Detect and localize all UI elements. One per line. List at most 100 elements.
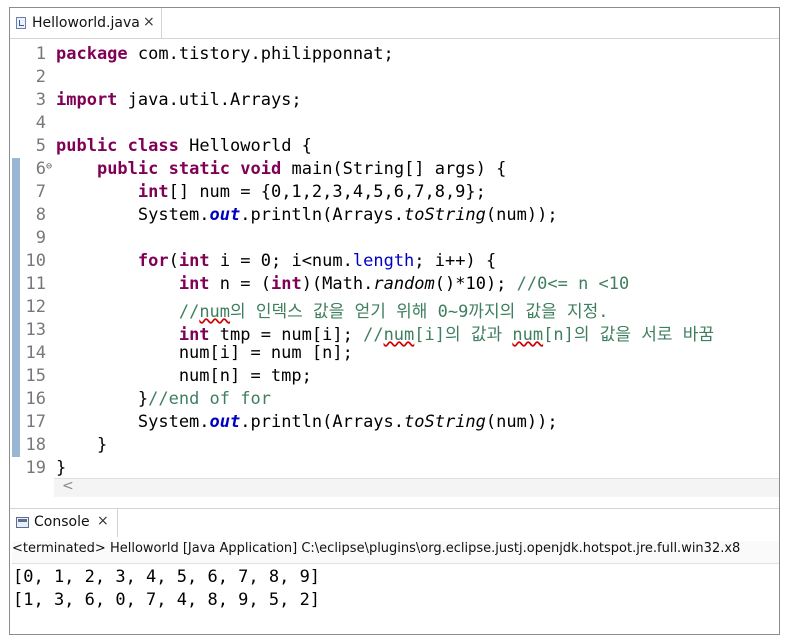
code-text: }//end of for [56,389,271,409]
console-output-line: [1, 3, 6, 0, 7, 4, 8, 9, 5, 2] [13,590,321,610]
code-text: import java.util.Arrays; [56,90,302,110]
console-status: <terminated> Helloworld [Java Applicatio… [12,541,779,564]
code-token: int [178,274,210,294]
line-number: 9 [35,228,46,248]
code-token: toString [404,205,486,225]
editor-tab-bar: Helloworld.java × [10,8,779,39]
code-line[interactable]: 11 int n = (int)(Math.random()*10); //0<… [10,273,779,296]
code-line[interactable]: 4 [10,112,779,135]
code-token: (num)); [485,412,558,432]
code-line[interactable]: 12 //num의 인덱스 값을 얻기 위해 0~9까지의 값을 지정. [10,296,779,322]
code-token: //0<= n <10 [516,274,630,294]
code-token: //end of for [148,389,271,409]
code-text: num[i] = num [n]; [56,343,353,363]
line-number: 10 [25,251,46,271]
code-editor[interactable]: 1 package com.tistory.philipponnat; 2 3 impo… [10,39,779,499]
code-line[interactable]: 1 package com.tistory.philipponnat; [10,43,779,66]
code-token: ; i++) { [414,251,497,271]
fold-toggle-icon[interactable]: ⊖ [46,161,52,172]
code-token: ()*10); [434,274,517,294]
code-text: num[n] = tmp; [56,366,312,386]
code-line[interactable]: 16 }//end of for [10,388,779,411]
close-icon[interactable]: × [143,14,155,30]
code-token: int [178,251,210,271]
code-token: n = ( [209,274,271,294]
code-token: toString [404,412,486,432]
line-number: 19 [25,458,46,478]
code-token: [] num = {0,1,2,3,4,5,6,7,8,9}; [168,182,486,202]
code-line[interactable]: 7 int[] num = {0,1,2,3,4,5,6,7,8,9}; [10,181,779,204]
code-token: .println(Arrays. [240,205,405,225]
code-line[interactable]: 5 public class Helloworld { [10,135,779,158]
console-output-line: [0, 1, 2, 3, 4, 5, 6, 7, 8, 9] [13,567,321,587]
code-token: Helloworld { [178,136,312,156]
close-icon[interactable]: × [97,513,109,529]
code-token: random [373,274,435,294]
code-token: out [209,412,241,432]
code-line[interactable]: 3 import java.util.Arrays; [10,89,779,112]
code-line[interactable]: 18 } [10,434,779,457]
code-token: for [137,251,169,271]
code-token: } [56,435,108,455]
code-token: static [168,159,231,179]
code-token: java.util.Arrays; [117,90,302,110]
line-number: 12 [25,297,46,317]
console-panel: Console × <terminated> Helloworld [Java … [10,508,779,634]
code-line[interactable]: 17 System.out.println(Arrays.toString(nu… [10,411,779,434]
line-number: 2 [35,67,46,87]
code-line[interactable]: 15 num[n] = tmp; [10,365,779,388]
line-number: 16 [25,389,46,409]
code-token: int [137,182,169,202]
code-token: num[n] = tmp; [56,366,312,386]
scroll-left-icon[interactable]: < [62,478,74,494]
code-line[interactable]: 14 num[i] = num [n]; [10,342,779,365]
line-number: 11 [25,274,46,294]
code-token: class [127,136,179,156]
horizontal-scrollbar[interactable]: < [54,478,779,497]
line-number: 15 [25,366,46,386]
code-text: System.out.println(Arrays.toString(num))… [56,205,558,225]
code-token: } [56,458,67,478]
line-number: 8 [35,205,46,225]
console-icon [16,517,29,528]
code-token: public [96,159,159,179]
code-text: System.out.println(Arrays.toString(num))… [56,412,558,432]
tab-console[interactable]: Console × [10,509,118,537]
line-number: 6 [35,159,46,179]
line-number: 7 [35,182,46,202]
code-token: void [240,159,282,179]
code-token: length [352,251,415,271]
code-token: System. [56,205,210,225]
line-number: 5 [35,136,46,156]
code-line[interactable]: 19} [10,457,779,480]
code-line[interactable]: 8 System.out.println(Arrays.toString(num… [10,204,779,227]
code-line[interactable]: 10 for(int i = 0; i<num.length; i++) { [10,250,779,273]
code-line[interactable]: 13 int tmp = num[i]; //num[i]의 값과 num[n]… [10,319,779,345]
code-token: } [56,389,149,409]
line-number: 17 [25,412,46,432]
code-token: ( [168,251,179,271]
code-line[interactable]: 9 [10,227,779,250]
code-token: (num)); [485,205,558,225]
code-token: )(Math. [301,274,374,294]
code-token: .println(Arrays. [240,412,405,432]
code-text: int n = (int)(Math.random()*10); //0<= n… [56,274,629,294]
code-token: main(String[] args) { [281,159,507,179]
code-text: } [56,458,66,478]
console-tab-label: Console [34,514,90,530]
code-text: package com.tistory.philipponnat; [56,44,394,64]
line-number: 3 [35,90,46,110]
code-token: num[i] = num [n]; [56,343,353,363]
code-text: int[] num = {0,1,2,3,4,5,6,7,8,9}; [56,182,486,202]
editor-tab-helloworld[interactable]: Helloworld.java × [10,8,162,38]
code-line[interactable]: 6 ⊖ public static void main(String[] args… [10,158,779,181]
code-line[interactable]: 2 [10,66,779,89]
code-token: package [56,44,128,64]
editor-tab-label: Helloworld.java [32,15,140,31]
